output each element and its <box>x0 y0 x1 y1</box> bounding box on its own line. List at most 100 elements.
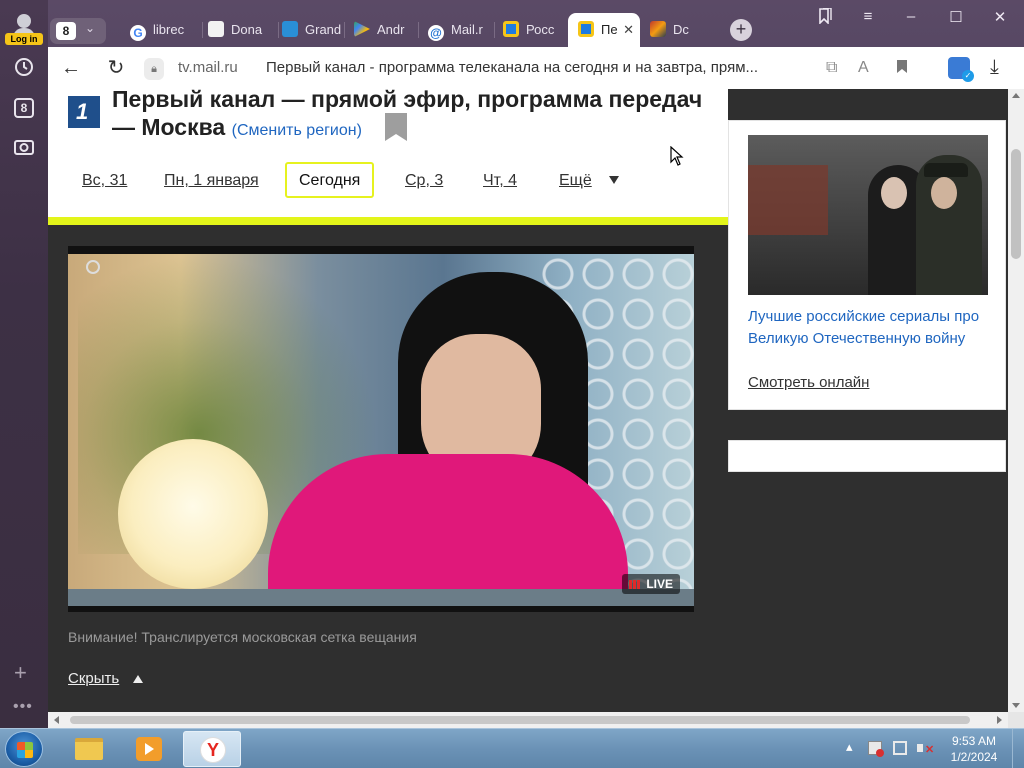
site-lock-icon[interactable]: 🔒︎ <box>144 58 164 80</box>
tab-mail[interactable]: @ Mail.r <box>428 13 490 47</box>
grand-icon <box>282 21 298 37</box>
scroll-left-icon[interactable] <box>54 716 59 724</box>
tab-label: Mail.r <box>451 22 483 37</box>
browser-sidebar: Log in 8 + ••• <box>0 0 48 728</box>
tabs-count-icon[interactable]: 8 <box>14 98 34 118</box>
tab-separator <box>202 22 203 38</box>
hscroll-thumb[interactable] <box>70 716 970 724</box>
scroll-thumb[interactable] <box>1011 149 1021 259</box>
bookmarks-collection-icon[interactable] <box>810 7 840 28</box>
hide-player-link[interactable]: Скрыть <box>68 670 119 687</box>
tab-count: 8 <box>56 22 76 40</box>
page-title-line2: — Москва (Сменить регион) <box>112 114 362 140</box>
horizontal-scrollbar[interactable] <box>48 712 1008 728</box>
tab-ross[interactable]: Росс <box>503 13 559 47</box>
network-icon[interactable] <box>893 741 907 755</box>
extension-icon[interactable]: ✓ <box>948 57 974 82</box>
tv-icon <box>503 21 519 37</box>
login-badge[interactable]: Log in <box>5 33 43 45</box>
system-clock[interactable]: 9:53 AM 1/2/2024 <box>944 733 1004 765</box>
tab-label: Andr <box>377 22 405 37</box>
live-badge: LIVE <box>622 574 680 594</box>
day-mon-1[interactable]: Пн, 1 января <box>164 172 259 190</box>
change-region-link[interactable]: (Сменить регион) <box>232 122 362 139</box>
reader-mode-icon[interactable]: ⧉ <box>826 59 837 77</box>
page-title-line1: Первый канал — прямой эфир, программа пе… <box>112 89 703 112</box>
caret-down-icon[interactable] <box>609 176 619 184</box>
action-center-flag-icon[interactable] <box>868 741 884 757</box>
promo-card[interactable]: Лучшие российские сериалы про Великую От… <box>728 120 1006 410</box>
watch-online-link[interactable]: Смотреть онлайн <box>748 374 869 391</box>
tab-dona[interactable]: Dona <box>208 13 276 47</box>
day-wed-3[interactable]: Ср, 3 <box>405 172 443 190</box>
url-page-title[interactable]: Первый канал - программа телеканала на с… <box>266 59 758 76</box>
add-panel-icon[interactable]: + <box>14 660 27 686</box>
video-frame-image[interactable]: LIVE <box>68 254 694 606</box>
play-store-icon <box>354 21 370 37</box>
promo-thumbnail[interactable] <box>748 135 988 295</box>
close-tab-icon[interactable]: ✕ <box>623 13 634 47</box>
tab-counter-button[interactable]: 8 ⌄ <box>50 18 106 44</box>
tab-separator <box>344 22 345 38</box>
tab-label: Dona <box>231 22 263 37</box>
more-options-icon[interactable]: ••• <box>13 698 33 716</box>
windows-logo-icon <box>17 742 33 758</box>
tab-grand[interactable]: Grand <box>282 13 342 47</box>
history-clock-icon[interactable] <box>12 56 36 80</box>
tab-andr[interactable]: Andr <box>354 13 414 47</box>
broadcast-notice: Внимание! Транслируется московская сетка… <box>68 629 417 645</box>
back-arrow-icon[interactable]: ← <box>58 55 84 81</box>
tab-separator <box>278 22 279 38</box>
caret-up-icon[interactable] <box>133 675 143 683</box>
translate-icon[interactable]: A <box>858 59 869 77</box>
bookmark-icon[interactable] <box>385 113 407 141</box>
taskbar-media-player[interactable] <box>120 731 178 767</box>
tab-label: Росс <box>526 22 555 37</box>
show-desktop-button[interactable] <box>1012 729 1024 768</box>
tab-bar: 8 ⌄ Glibrec Dona Grand Andr @ Mail.r Росс… <box>48 0 1024 48</box>
tab-active-pervy[interactable]: Пе ✕ <box>568 13 640 47</box>
menu-hamburger-icon[interactable]: ≡ <box>853 8 883 25</box>
promo-title-link[interactable]: Лучшие российские сериалы про Великую От… <box>748 306 993 350</box>
scroll-down-icon[interactable] <box>1012 703 1020 708</box>
windows-taskbar: Y ▴ ✕ 9:53 AM 1/2/2024 <box>0 728 1024 768</box>
music-icon <box>650 21 666 37</box>
page-content: 1 Первый канал — прямой эфир, программа … <box>48 89 1008 712</box>
scroll-up-icon[interactable] <box>1012 93 1020 98</box>
tab-librec[interactable]: Glibrec <box>130 13 200 47</box>
tab-separator <box>494 22 495 38</box>
tab-dc[interactable]: Dc <box>650 13 712 47</box>
close-window-icon[interactable]: ✕ <box>985 8 1015 26</box>
document-icon <box>208 21 224 37</box>
bookmark-page-icon[interactable] <box>896 59 908 79</box>
taskbar-yandex-browser[interactable]: Y <box>183 731 241 767</box>
secondary-card <box>728 440 1006 472</box>
new-tab-button[interactable]: + <box>730 19 752 41</box>
day-more[interactable]: Ещё <box>559 172 592 190</box>
folder-icon <box>75 738 103 760</box>
start-button[interactable] <box>5 731 43 767</box>
volume-muted-icon[interactable]: ✕ <box>917 741 934 756</box>
yandex-browser-icon: Y <box>200 737 226 763</box>
day-today[interactable]: Сегодня <box>285 162 375 198</box>
day-thu-4[interactable]: Чт, 4 <box>483 172 517 190</box>
clock-time: 9:53 AM <box>951 734 997 748</box>
tab-label: Grand <box>305 22 342 37</box>
tab-label: librec <box>153 22 185 37</box>
screenshot-camera-icon[interactable] <box>12 136 36 160</box>
video-player[interactable]: LIVE <box>68 246 694 612</box>
vertical-scrollbar[interactable] <box>1008 89 1024 712</box>
scroll-right-icon[interactable] <box>997 716 1002 724</box>
maximize-icon[interactable]: ☐ <box>941 8 971 26</box>
download-icon[interactable]: ⤓ <box>990 56 999 79</box>
minimize-icon[interactable]: – <box>896 8 926 25</box>
taskbar-explorer[interactable] <box>60 731 118 767</box>
reload-icon[interactable]: ↻ <box>103 55 129 81</box>
address-bar: ← ↻ 🔒︎ tv.mail.ru Первый канал - програм… <box>48 47 1024 89</box>
day-sun-31[interactable]: Вс, 31 <box>82 172 127 190</box>
url-host[interactable]: tv.mail.ru <box>178 59 238 76</box>
accent-bar <box>48 217 728 225</box>
clock-date: 1/2/2024 <box>950 750 998 764</box>
channel-watermark-icon <box>86 260 100 274</box>
tray-expand-icon[interactable]: ▴ <box>846 739 853 755</box>
